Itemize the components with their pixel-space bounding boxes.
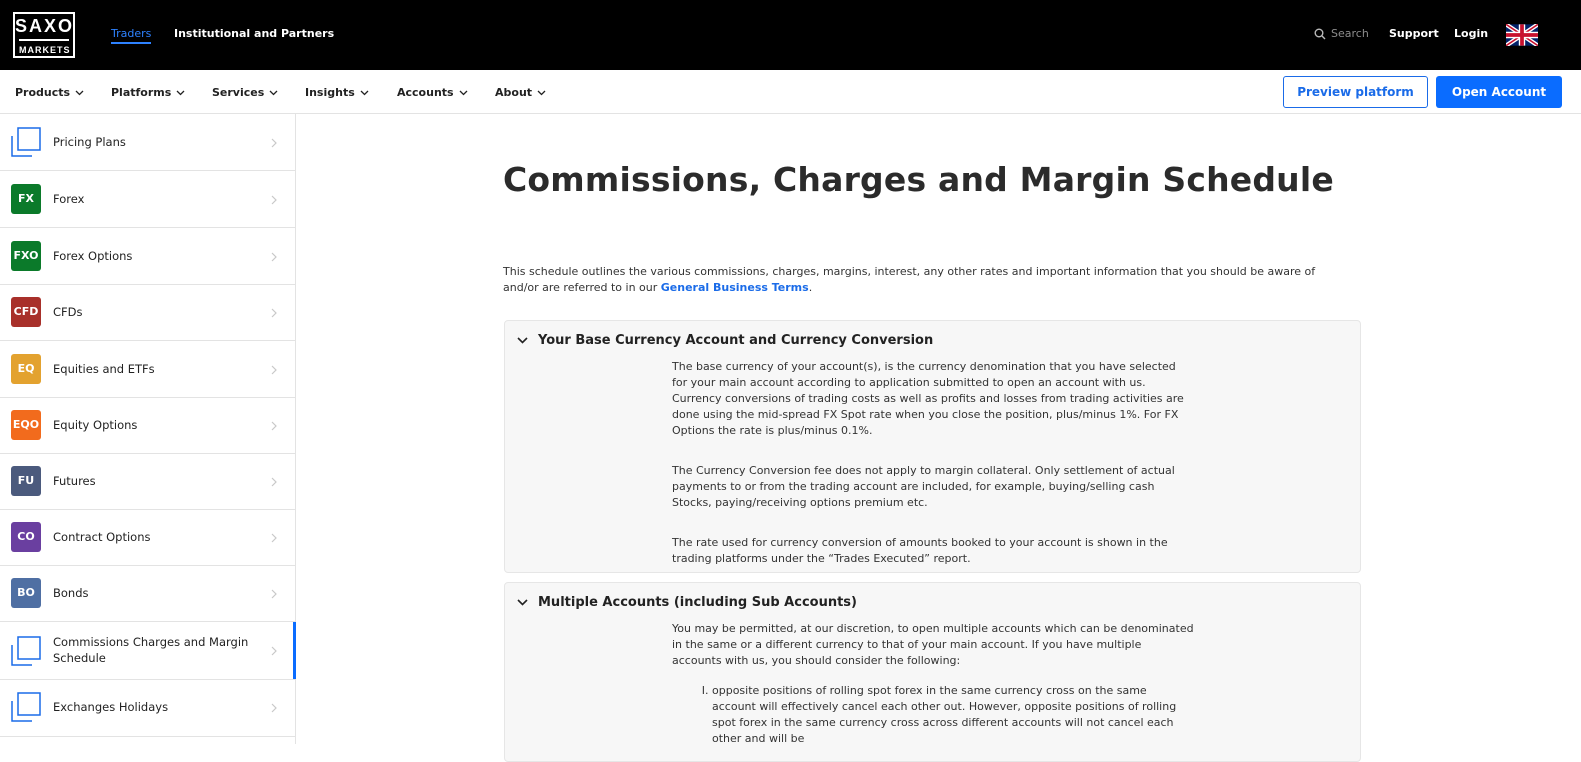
chevron-right-icon — [271, 195, 277, 205]
accordion-base-currency: Your Base Currency Account and Currency … — [504, 320, 1361, 573]
nav-label: About — [495, 86, 533, 99]
intro-text: This schedule outlines the various commi… — [503, 265, 1316, 294]
preview-platform-button[interactable]: Preview platform — [1283, 76, 1428, 108]
chevron-right-icon — [271, 308, 277, 318]
bonds-badge: BO — [11, 578, 41, 608]
sidebar: Pricing Plans FX Forex FXO Forex Options… — [0, 114, 296, 744]
chevron-down-icon — [459, 90, 468, 95]
accordion-header[interactable]: Multiple Accounts (including Sub Account… — [517, 595, 857, 610]
chevron-right-icon — [271, 421, 277, 431]
sidebar-item-label: CFDs — [53, 305, 83, 319]
accordion-header[interactable]: Your Base Currency Account and Currency … — [517, 333, 933, 348]
considerations-list: opposite positions of rolling spot forex… — [712, 683, 1194, 747]
forex-badge: FX — [11, 184, 41, 214]
body-paragraph: You may be permitted, at our discretion,… — [672, 622, 1194, 667]
logo-bottom-text: MARKETS — [19, 39, 70, 56]
nav-accounts[interactable]: Accounts — [397, 86, 468, 99]
equity-options-badge: EQO — [11, 410, 41, 440]
chevron-right-icon — [271, 365, 277, 375]
accordion-title: Multiple Accounts (including Sub Account… — [538, 595, 857, 610]
sidebar-item-label: Exchanges Holidays — [53, 700, 169, 714]
chevron-right-icon — [271, 477, 277, 487]
nav-insights[interactable]: Insights — [305, 86, 369, 99]
page-title: Commissions, Charges and Margin Schedule — [503, 160, 1334, 199]
search-icon — [1314, 28, 1326, 39]
institutional-link[interactable]: Institutional and Partners — [174, 27, 334, 40]
sidebar-item-label: Commissions Charges and Margin Schedule — [53, 635, 249, 665]
general-business-terms-link[interactable]: General Business Terms — [661, 281, 809, 294]
list-item: opposite positions of rolling spot forex… — [712, 683, 1194, 747]
sidebar-item-equities[interactable]: EQ Equities and ETFs — [0, 341, 295, 398]
sidebar-item-label: Equities and ETFs — [53, 362, 155, 376]
document-icon — [11, 692, 41, 722]
sidebar-item-label: Futures — [53, 474, 96, 488]
search-button[interactable]: Search — [1314, 27, 1369, 40]
traders-link[interactable]: Traders — [111, 27, 152, 44]
search-label: Search — [1331, 27, 1369, 40]
body-paragraph: The Currency Conversion fee does not app… — [672, 464, 1175, 509]
chevron-down-icon — [176, 90, 185, 95]
chevron-right-icon — [271, 646, 277, 656]
body-paragraph: The base currency of your account(s), is… — [672, 360, 1184, 437]
sidebar-item-commissions[interactable]: Commissions Charges and Margin Schedule — [0, 622, 296, 680]
logo-top-text: SAXO — [15, 16, 75, 36]
nav-label: Products — [15, 86, 71, 99]
support-link[interactable]: Support — [1389, 27, 1439, 40]
sidebar-item-label: Forex — [53, 192, 85, 206]
sidebar-item-label: Equity Options — [53, 418, 138, 432]
open-account-button[interactable]: Open Account — [1436, 76, 1562, 108]
top-bar: SAXO MARKETS Traders Institutional and P… — [0, 0, 1581, 70]
accordion-body: You may be permitted, at our discretion,… — [672, 621, 1194, 747]
chevron-down-icon — [537, 90, 546, 95]
nav-about[interactable]: About — [495, 86, 546, 99]
accordion-multiple-accounts: Multiple Accounts (including Sub Account… — [504, 582, 1361, 762]
chevron-right-icon — [271, 138, 277, 148]
intro-end: . — [808, 281, 813, 294]
sidebar-item-label: Forex Options — [53, 249, 133, 263]
chevron-right-icon — [271, 589, 277, 599]
sidebar-item-cfds[interactable]: CFD CFDs — [0, 285, 295, 341]
sidebar-item-label: Pricing Plans — [53, 135, 126, 149]
chevron-right-icon — [271, 252, 277, 262]
nav-label: Services — [212, 86, 265, 99]
chevron-down-icon — [517, 337, 528, 344]
contract-options-badge: CO — [11, 522, 41, 552]
uk-flag-icon[interactable] — [1506, 24, 1538, 46]
sidebar-item-contract-options[interactable]: CO Contract Options — [0, 510, 295, 566]
document-icon — [11, 636, 41, 666]
sidebar-item-futures[interactable]: FU Futures — [0, 454, 295, 510]
chevron-right-icon — [271, 533, 277, 543]
forex-options-badge: FXO — [11, 241, 41, 271]
main-nav: Products Platforms Services Insights Acc… — [0, 70, 1581, 114]
sidebar-item-label: Bonds — [53, 586, 89, 600]
chevron-down-icon — [360, 90, 369, 95]
nav-label: Insights — [305, 86, 355, 99]
chevron-down-icon — [517, 599, 528, 606]
document-icon — [11, 127, 41, 157]
login-link[interactable]: Login — [1454, 27, 1488, 40]
sidebar-item-forex-options[interactable]: FXO Forex Options — [0, 228, 295, 285]
nav-services[interactable]: Services — [212, 86, 278, 99]
chevron-down-icon — [75, 90, 84, 95]
nav-label: Accounts — [397, 86, 454, 99]
body-paragraph: The rate used for currency conversion of… — [672, 536, 1168, 565]
intro-paragraph: This schedule outlines the various commi… — [503, 264, 1343, 296]
sidebar-item-pricing-plans[interactable]: Pricing Plans — [0, 114, 295, 171]
sidebar-item-forex[interactable]: FX Forex — [0, 171, 295, 228]
saxo-logo[interactable]: SAXO MARKETS — [13, 12, 75, 58]
equities-badge: EQ — [11, 354, 41, 384]
nav-platforms[interactable]: Platforms — [111, 86, 185, 99]
sidebar-item-label: Contract Options — [53, 530, 151, 544]
sidebar-item-bonds[interactable]: BO Bonds — [0, 566, 295, 622]
sidebar-item-equity-options[interactable]: EQO Equity Options — [0, 398, 295, 454]
nav-products[interactable]: Products — [15, 86, 84, 99]
chevron-right-icon — [271, 703, 277, 713]
accordion-title: Your Base Currency Account and Currency … — [538, 333, 934, 348]
nav-label: Platforms — [111, 86, 172, 99]
cfd-badge: CFD — [11, 297, 41, 327]
chevron-down-icon — [269, 90, 278, 95]
futures-badge: FU — [11, 466, 41, 496]
sidebar-item-exchanges-holidays[interactable]: Exchanges Holidays — [0, 680, 295, 737]
accordion-body: The base currency of your account(s), is… — [672, 359, 1194, 591]
